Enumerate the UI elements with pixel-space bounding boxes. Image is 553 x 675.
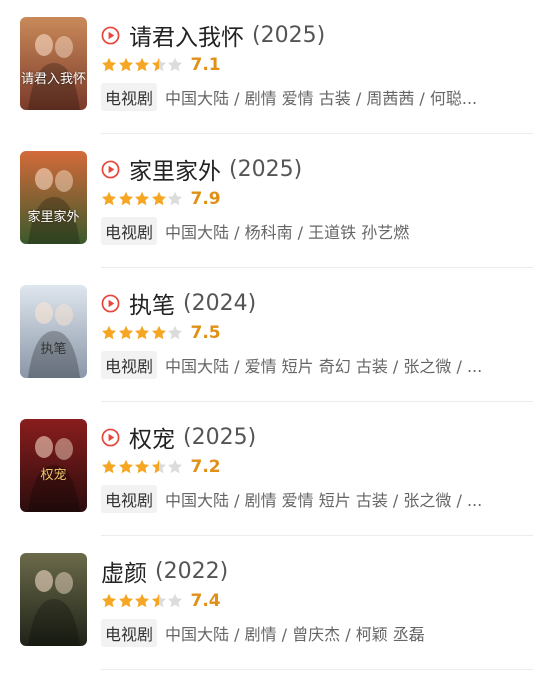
star-icon [168, 459, 182, 474]
play-icon [101, 160, 120, 178]
star-icon [118, 191, 133, 206]
item-title[interactable]: 执笔 [129, 286, 175, 320]
star-icon [135, 325, 149, 340]
star-icon [151, 325, 166, 340]
poster-image[interactable]: 权宠 [20, 419, 87, 512]
rating-score: 7.4 [190, 591, 221, 611]
star-icon [135, 459, 149, 474]
star-icon [102, 593, 116, 608]
rating-score: 7.9 [190, 189, 221, 209]
list-item[interactable]: 家里家外 家里家外 (2025) 7.9 电视剧 中国大陆 / 杨科南 / 王道… [0, 134, 553, 268]
rating-stars [101, 459, 184, 475]
type-tag: 电视剧 [101, 485, 158, 513]
type-tag: 电视剧 [101, 619, 158, 647]
poster-art [20, 553, 87, 646]
type-tag: 电视剧 [101, 83, 158, 111]
play-icon [101, 428, 120, 446]
type-tag: 电视剧 [101, 351, 158, 379]
poster-image[interactable]: 执笔 [20, 285, 87, 378]
item-title[interactable]: 虚颜 [101, 554, 147, 588]
item-meta: 中国大陆 / 剧情 爱情 短片 古装 / 张之微 / ... [165, 491, 483, 510]
list-item[interactable]: 权宠 权宠 (2025) 7.2 电视剧 中国大陆 / 剧情 爱情 短片 古装 … [0, 402, 553, 536]
item-year: (2025) [252, 22, 326, 48]
star-icon [151, 593, 166, 608]
poster-image[interactable]: 家里家外 [20, 151, 87, 244]
poster-image[interactable] [20, 553, 87, 646]
type-tag: 电视剧 [101, 217, 158, 245]
item-title[interactable]: 权宠 [129, 420, 175, 454]
poster-title-text: 执笔 [40, 342, 67, 357]
star-icon [151, 459, 166, 474]
star-icon [151, 57, 166, 72]
item-year: (2025) [229, 156, 303, 182]
star-icon [102, 459, 116, 474]
movie-results-list: 请君入我怀 请君入我怀 (2025) 7.1 电视剧 中国大陆 / 剧情 爱情 … [0, 0, 553, 670]
divider [101, 669, 533, 670]
star-icon [102, 325, 116, 340]
star-icon [118, 57, 133, 72]
poster-title-text: 家里家外 [27, 210, 80, 225]
star-icon [135, 593, 149, 608]
poster-art [20, 419, 87, 512]
item-title[interactable]: 家里家外 [129, 152, 221, 186]
rating-score: 7.1 [190, 55, 221, 75]
item-year: (2025) [183, 424, 257, 450]
star-icon [168, 325, 182, 340]
star-icon [168, 57, 182, 72]
item-meta: 中国大陆 / 爱情 短片 奇幻 古装 / 张之微 / ... [165, 357, 483, 376]
star-icon [151, 191, 166, 206]
poster-art [20, 17, 87, 110]
star-icon [168, 593, 182, 608]
item-year: (2024) [183, 290, 257, 316]
list-item[interactable]: 虚颜 (2022) 7.4 电视剧 中国大陆 / 剧情 / 曾庆杰 / 柯颖 丞… [0, 536, 553, 670]
item-meta: 中国大陆 / 杨科南 / 王道铁 孙艺燃 [165, 223, 410, 242]
poster-art [20, 151, 87, 244]
item-year: (2022) [155, 558, 229, 584]
star-icon [168, 191, 182, 206]
star-icon [118, 325, 133, 340]
star-icon [118, 459, 133, 474]
rating-score: 7.2 [190, 457, 221, 477]
play-icon [101, 26, 120, 44]
star-icon [102, 191, 116, 206]
item-title[interactable]: 请君入我怀 [129, 18, 244, 52]
rating-stars [101, 57, 184, 73]
star-icon [102, 57, 116, 72]
star-icon [118, 593, 133, 608]
rating-score: 7.5 [190, 323, 221, 343]
list-item[interactable]: 请君入我怀 请君入我怀 (2025) 7.1 电视剧 中国大陆 / 剧情 爱情 … [0, 0, 553, 134]
star-icon [135, 57, 149, 72]
play-icon [101, 294, 120, 312]
poster-image[interactable]: 请君入我怀 [20, 17, 87, 110]
poster-art [20, 285, 87, 378]
rating-stars [101, 191, 184, 207]
poster-title-text: 请君入我怀 [20, 72, 86, 87]
item-meta: 中国大陆 / 剧情 爱情 古装 / 周茜茜 / 何聪... [165, 89, 478, 108]
rating-stars [101, 325, 184, 341]
star-icon [135, 191, 149, 206]
rating-stars [101, 593, 184, 609]
poster-title-text: 权宠 [40, 468, 67, 483]
list-item[interactable]: 执笔 执笔 (2024) 7.5 电视剧 中国大陆 / 爱情 短片 奇幻 古装 … [0, 268, 553, 402]
item-meta: 中国大陆 / 剧情 / 曾庆杰 / 柯颖 丞磊 [165, 625, 425, 644]
